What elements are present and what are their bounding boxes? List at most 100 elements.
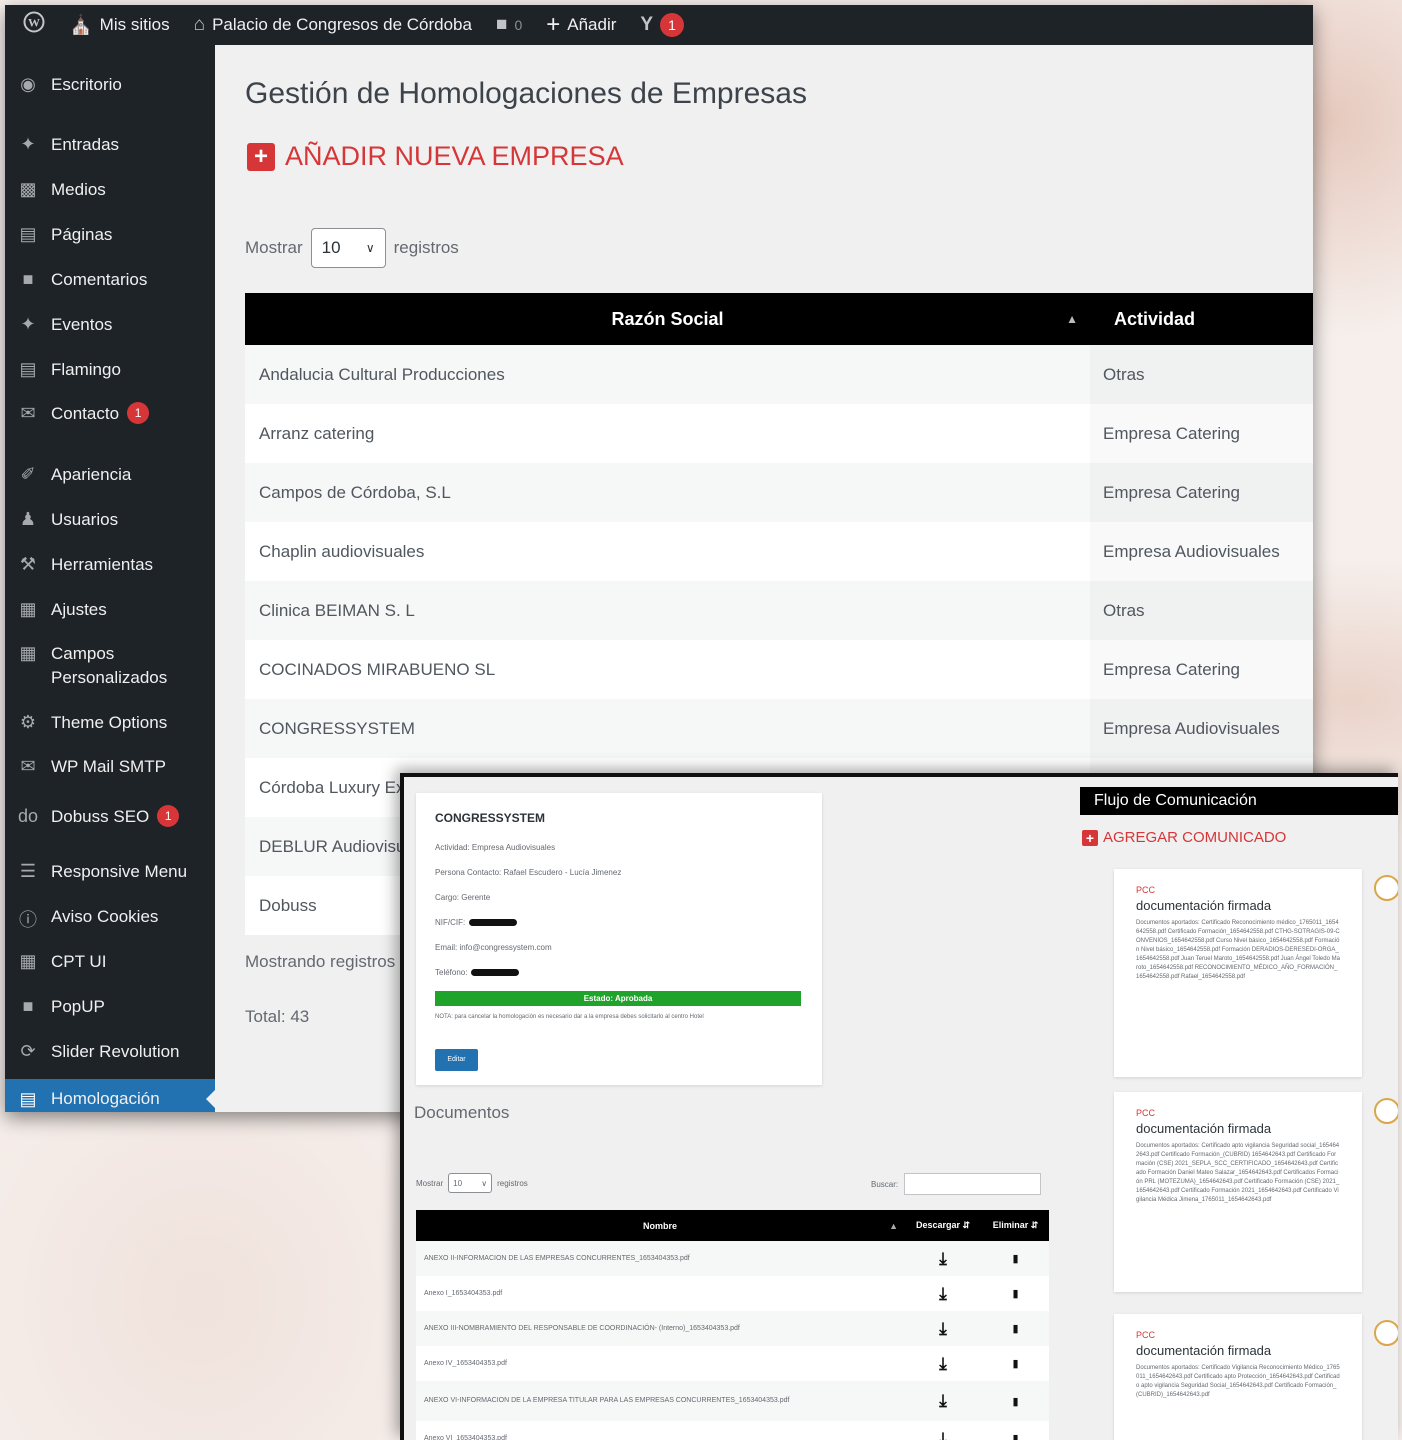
sidebar-item-entradas[interactable]: ✦ Entradas xyxy=(5,133,215,157)
cell-razon-social: Andalucia Cultural Producciones xyxy=(259,364,505,384)
sidebar-item-eventos[interactable]: ✦ Eventos xyxy=(5,313,215,337)
cell-actividad: Empresa Audiovisuales xyxy=(1090,522,1313,581)
refresh-icon: ⟳ xyxy=(20,1041,36,1061)
column-header-eliminar[interactable]: Eliminar ⇵ xyxy=(982,1220,1049,1231)
sidebar-item-campos-personalizados[interactable]: ▦ Campos Personalizados xyxy=(5,642,215,690)
column-header-actividad[interactable]: Actividad xyxy=(1090,293,1313,345)
sidebar-item-label: Eventos xyxy=(51,315,113,334)
sidebar-item-páginas[interactable]: ▤ Páginas xyxy=(5,223,215,247)
trash-icon[interactable]: ▮ xyxy=(982,1252,1049,1265)
company-note: NOTA: para cancelar la homologación es n… xyxy=(435,1014,704,1020)
my-sites-icon: ⛪ xyxy=(69,15,93,36)
trash-icon[interactable]: ▮ xyxy=(982,1287,1049,1300)
yoast-menu[interactable]: Y 1 xyxy=(628,5,696,45)
timeline-dot-icon xyxy=(1374,1098,1398,1124)
message-body: Documentos aportados: Certificado Recono… xyxy=(1136,920,1340,980)
download-icon[interactable]: ⤓ xyxy=(904,1354,982,1374)
sidebar-item-contacto[interactable]: ✉ Contacto 1 xyxy=(5,402,215,426)
list-icon: ▤ xyxy=(19,1089,37,1109)
comment-icon: ■ xyxy=(495,14,508,35)
download-icon[interactable]: ⤓ xyxy=(904,1284,982,1304)
table-row[interactable]: Campos de Córdoba, S.L Empresa Catering xyxy=(245,463,1313,522)
table-row[interactable]: Arranz catering Empresa Catering xyxy=(245,404,1313,463)
sidebar-item-usuarios[interactable]: ♟ Usuarios xyxy=(5,508,215,532)
table-row[interactable]: Clinica BEIMAN S. L Otras xyxy=(245,581,1313,640)
sidebar-item-label: Flamingo xyxy=(51,360,121,379)
my-sites-label: Mis sitios xyxy=(99,15,170,34)
document-name: Anexo IV_1653404353.pdf xyxy=(424,1359,507,1367)
sidebar-item-wp-mail-smtp[interactable]: ✉ WP Mail SMTP xyxy=(5,755,215,779)
show-label: Mostrar xyxy=(416,1178,444,1188)
comment-icon: ■ xyxy=(22,996,34,1016)
trash-icon[interactable]: ▮ xyxy=(982,1432,1049,1440)
sidebar-item-herramientas[interactable]: ⚒ Herramientas xyxy=(5,553,215,577)
sidebar-item-aviso-cookies[interactable]: ⓘ Aviso Cookies xyxy=(5,905,215,932)
sidebar-item-ajustes[interactable]: ▦ Ajustes xyxy=(5,598,215,622)
sidebar-item-popup[interactable]: ■ PopUP xyxy=(5,995,215,1019)
message-card: PCC documentación firmada Documentos aport… xyxy=(1114,1314,1362,1440)
sidebar-item-escritorio[interactable]: ◉ Escritorio xyxy=(5,73,215,97)
download-icon[interactable]: ⤓ xyxy=(904,1429,982,1440)
site-name-menu[interactable]: ⌂ Palacio de Congresos de Córdoba xyxy=(182,5,484,45)
sidebar-item-label: Comentarios xyxy=(51,270,148,289)
table-row[interactable]: CONGRESSYSTEM Empresa Audiovisuales xyxy=(245,699,1313,758)
sidebar-item-label: Medios xyxy=(51,180,106,199)
trash-icon[interactable]: ▮ xyxy=(982,1395,1049,1408)
add-message-button[interactable]: + AGREGAR COMUNICADO xyxy=(1082,829,1286,846)
trash-icon[interactable]: ▮ xyxy=(982,1322,1049,1335)
column-label: Razón Social xyxy=(611,308,724,329)
notification-badge: 1 xyxy=(157,805,180,827)
download-icon[interactable]: ⤓ xyxy=(904,1391,982,1411)
yoast-icon: Y xyxy=(640,14,654,35)
sidebar-item-dobuss-seo[interactable]: do Dobuss SEO 1 xyxy=(5,805,215,829)
notification-badge: 1 xyxy=(127,402,150,424)
sidebar-item-flamingo[interactable]: ▤ Flamingo xyxy=(5,358,215,382)
pin-icon: ✦ xyxy=(20,134,36,154)
chevron-down-icon: ∨ xyxy=(481,1178,488,1188)
sidebar-item-theme-options[interactable]: ⚙ Theme Options xyxy=(5,711,215,735)
message-title: documentación firmada xyxy=(1136,1343,1272,1358)
sidebar-item-responsive-menu[interactable]: ☰ Responsive Menu xyxy=(5,860,215,884)
sidebar-item-label: Theme Options xyxy=(51,713,168,732)
inbox-icon: ▤ xyxy=(19,359,37,379)
cell-razon-social: Campos de Córdoba, S.L xyxy=(259,482,451,502)
site-name-label: Palacio de Congresos de Córdoba xyxy=(212,15,472,34)
timeline-dot-icon xyxy=(1374,875,1398,901)
documents-page-length-select[interactable]: 10 ∨ xyxy=(448,1173,493,1193)
cell-razon-social: CONGRESSYSTEM xyxy=(259,718,415,738)
add-company-button[interactable]: + AÑADIR NUEVA EMPRESA xyxy=(247,141,624,172)
sidebar-item-label: Aviso Cookies xyxy=(51,907,159,926)
svg-text:W: W xyxy=(28,16,40,30)
company-contact: Persona Contacto: Rafael Escudero - Lucí… xyxy=(435,868,622,877)
search-input[interactable] xyxy=(904,1173,1042,1195)
table-icon: ▦ xyxy=(19,643,37,663)
plus-icon: + xyxy=(546,11,561,38)
sidebar-item-apariencia[interactable]: ✐ Apariencia xyxy=(5,463,215,487)
column-header-nombre[interactable]: Nombre ▲ xyxy=(416,1221,904,1231)
column-header-descargar[interactable]: Descargar ⇵ xyxy=(904,1220,982,1231)
table-info: Mostrando registros xyxy=(245,952,396,971)
sidebar-item-medios[interactable]: ▩ Medios xyxy=(5,178,215,202)
my-sites-menu[interactable]: ⛪ Mis sitios xyxy=(57,5,182,45)
table-row[interactable]: Andalucia Cultural Producciones Otras xyxy=(245,345,1313,404)
wp-logo-button[interactable]: W xyxy=(11,5,57,45)
records-label: registros xyxy=(497,1178,528,1188)
table-row[interactable]: COCINADOS MIRABUENO SL Empresa Catering xyxy=(245,640,1313,699)
sidebar-item-cpt-ui[interactable]: ▦ CPT UI xyxy=(5,950,215,974)
message-card: PCC documentación firmada Documentos aport… xyxy=(1114,1092,1362,1292)
column-label: Nombre xyxy=(642,1220,677,1231)
add-new-menu[interactable]: + Añadir xyxy=(534,5,628,45)
sidebar-item-comentarios[interactable]: ■ Comentarios xyxy=(5,268,215,292)
download-icon[interactable]: ⤓ xyxy=(904,1249,982,1269)
sidebar-item-homologación[interactable]: ▤ Homologación xyxy=(5,1079,215,1112)
page-length-select[interactable]: 10 ∨ xyxy=(310,228,386,268)
column-header-razon-social[interactable]: Razón Social ▲ xyxy=(245,293,1090,345)
trash-icon[interactable]: ▮ xyxy=(982,1357,1049,1370)
sidebar-item-slider-revolution[interactable]: ⟳ Slider Revolution xyxy=(5,1040,215,1064)
sidebar-item-label: Ajustes xyxy=(51,600,107,619)
table-row[interactable]: Chaplin audiovisuales Empresa Audiovisual… xyxy=(245,522,1313,581)
pin-icon: ✦ xyxy=(20,314,36,334)
comments-menu[interactable]: ■ 0 xyxy=(484,5,534,45)
download-icon[interactable]: ⤓ xyxy=(904,1319,982,1339)
edit-company-button[interactable]: Editar xyxy=(435,1049,478,1071)
